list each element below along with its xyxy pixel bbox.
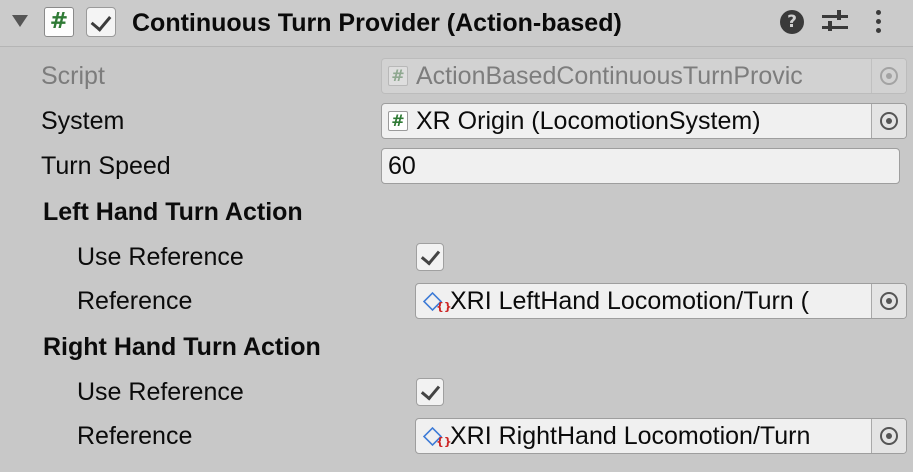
left-hand-turn-action-header[interactable]: Left Hand Turn Action [43, 195, 303, 229]
left-use-reference-checkbox[interactable] [416, 243, 444, 271]
script-hash-icon: # [44, 7, 74, 37]
script-field: # ActionBasedContinuousTurnProvic [381, 58, 907, 94]
right-use-reference-label: Use Reference [77, 378, 244, 406]
presets-icon[interactable] [822, 10, 848, 34]
object-picker-button [871, 59, 906, 93]
left-reference-field[interactable]: {} XRI LeftHand Locomotion/Turn ( [415, 283, 907, 319]
object-picker-button[interactable] [871, 104, 906, 138]
left-reference-label: Reference [77, 287, 193, 315]
right-reference-field[interactable]: {} XRI RightHand Locomotion/Turn [415, 418, 907, 454]
component-header: # Continuous Turn Provider (Action-based… [0, 0, 913, 47]
left-reference-value: XRI LeftHand Locomotion/Turn ( [450, 287, 809, 315]
script-label: Script [41, 62, 105, 90]
component-enabled-checkbox[interactable] [86, 7, 116, 37]
turn-speed-input[interactable]: 60 [381, 148, 900, 184]
turn-speed-value: 60 [388, 152, 416, 180]
script-field-value: ActionBasedContinuousTurnProvic [416, 62, 803, 90]
script-hash-icon: # [388, 66, 408, 86]
right-reference-label: Reference [77, 422, 193, 450]
input-action-asset-icon: {} [422, 426, 452, 448]
system-label: System [41, 107, 125, 135]
checkmark-icon [90, 10, 112, 32]
object-picker-button[interactable] [871, 284, 906, 318]
component-title: Continuous Turn Provider (Action-based) [132, 9, 622, 37]
checkmark-icon [420, 245, 441, 266]
context-menu-icon[interactable] [874, 10, 882, 36]
system-field[interactable]: # XR Origin (LocomotionSystem) [381, 103, 907, 139]
help-icon[interactable]: ? [780, 10, 804, 34]
left-use-reference-label: Use Reference [77, 243, 244, 271]
turn-speed-label: Turn Speed [41, 152, 171, 180]
script-hash-icon: # [388, 111, 408, 131]
system-field-value: XR Origin (LocomotionSystem) [416, 107, 761, 135]
input-action-asset-icon: {} [422, 291, 452, 313]
object-picker-button[interactable] [871, 419, 906, 453]
right-reference-value: XRI RightHand Locomotion/Turn [450, 422, 811, 450]
right-use-reference-checkbox[interactable] [416, 378, 444, 406]
right-hand-turn-action-header[interactable]: Right Hand Turn Action [43, 330, 321, 364]
foldout-arrow-icon[interactable] [12, 15, 28, 27]
checkmark-icon [420, 380, 441, 401]
